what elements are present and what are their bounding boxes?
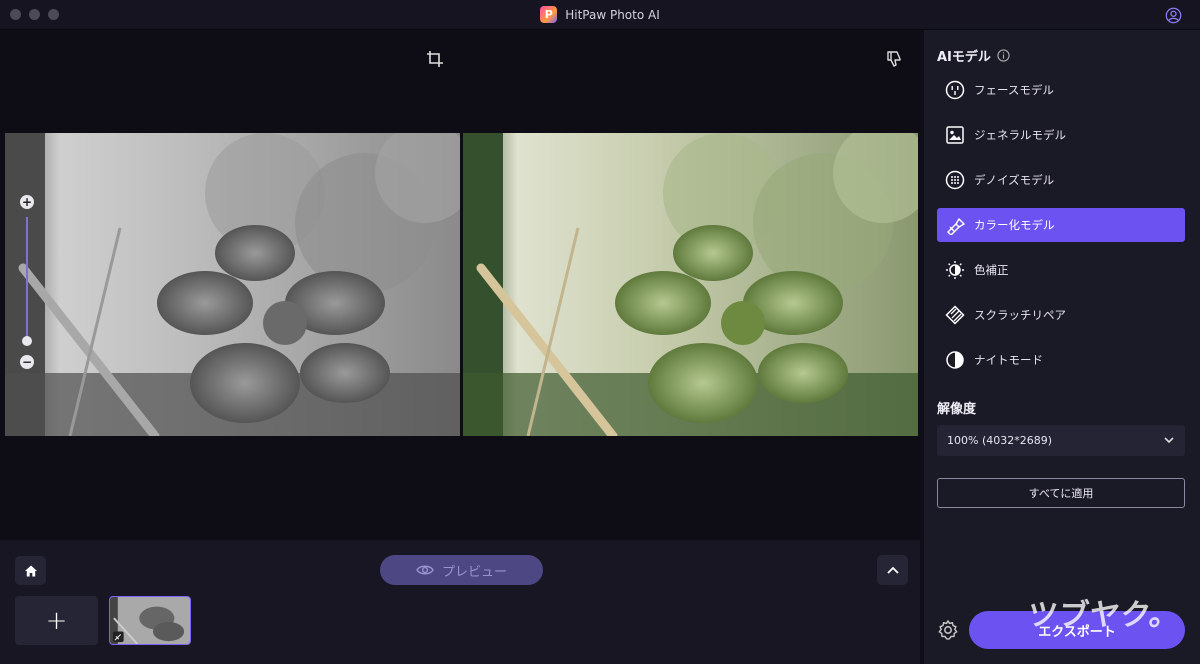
- canvas-area: + −: [0, 30, 920, 540]
- watermark: ツブヤク。: [1025, 598, 1183, 633]
- ai-model-title-text: AIモデル: [937, 50, 991, 65]
- close-window-button[interactable]: [10, 9, 21, 20]
- info-icon[interactable]: [997, 49, 1010, 62]
- minimize-window-button[interactable]: [29, 9, 40, 20]
- apply-all-button[interactable]: すべてに適用: [937, 478, 1185, 508]
- model-face-label: フェースモデル: [974, 83, 1054, 97]
- after-image[interactable]: [463, 133, 918, 436]
- app-title: P HitPaw Photo AI: [540, 6, 660, 23]
- model-color-correction-label: 色補正: [974, 263, 1009, 277]
- model-night-mode-label: ナイトモード: [974, 353, 1043, 367]
- zoom-in-button[interactable]: +: [20, 195, 34, 209]
- resolution-select[interactable]: 100% (4032*2689): [937, 425, 1185, 456]
- night-mode-icon: [946, 351, 964, 369]
- maximize-window-button[interactable]: [48, 9, 59, 20]
- model-denoise[interactable]: デノイズモデル: [937, 163, 1185, 197]
- crop-icon[interactable]: [426, 50, 444, 68]
- face-model-icon: [945, 80, 965, 100]
- denoise-model-icon: [945, 170, 965, 190]
- sidebar: AIモデル フェースモデル ジェネラルモデル デノイズモデル カラー化モデル 色…: [924, 30, 1200, 664]
- chevron-up-icon: [886, 566, 899, 574]
- model-denoise-label: デノイズモデル: [974, 173, 1055, 187]
- window-controls[interactable]: [10, 9, 59, 20]
- ai-model-title: AIモデル: [937, 46, 1010, 65]
- colorize-badge-icon: [112, 631, 124, 643]
- preview-label: プレビュー: [441, 564, 507, 580]
- scratch-repair-icon: [945, 305, 965, 325]
- model-scratch-repair-label: スクラッチリペア: [974, 308, 1066, 322]
- image-thumbnail[interactable]: [109, 596, 191, 645]
- zoom-track[interactable]: [26, 217, 28, 337]
- window-title: HitPaw Photo AI: [565, 7, 660, 22]
- preview-button[interactable]: プレビュー: [380, 555, 543, 585]
- model-general-label: ジェネラルモデル: [974, 128, 1066, 142]
- add-image-button[interactable]: +: [15, 596, 98, 645]
- title-bar: P HitPaw Photo AI: [0, 0, 1200, 30]
- zoom-slider[interactable]: + −: [16, 195, 38, 375]
- model-colorize-label: カラー化モデル: [974, 218, 1055, 232]
- home-icon: [24, 565, 37, 576]
- before-image[interactable]: [5, 133, 460, 436]
- chevron-down-icon: [1164, 437, 1174, 444]
- app-logo-icon: P: [540, 6, 558, 23]
- model-color-correction[interactable]: 色補正: [937, 253, 1185, 287]
- model-colorize[interactable]: カラー化モデル: [937, 208, 1185, 242]
- color-correction-icon: [946, 261, 964, 279]
- thumbs-down-icon[interactable]: [885, 50, 903, 68]
- account-icon[interactable]: [1165, 7, 1182, 24]
- bottom-bar: プレビュー +: [0, 540, 920, 664]
- model-face[interactable]: フェースモデル: [937, 73, 1185, 107]
- eye-icon: [416, 565, 434, 575]
- zoom-handle[interactable]: [22, 336, 32, 346]
- collapse-button[interactable]: [877, 555, 908, 585]
- gear-icon[interactable]: [937, 619, 959, 641]
- home-button[interactable]: [15, 556, 46, 585]
- colorize-model-icon: [947, 218, 965, 235]
- model-list: フェースモデル ジェネラルモデル デノイズモデル カラー化モデル 色補正 スクラ…: [937, 73, 1185, 388]
- model-scratch-repair[interactable]: スクラッチリペア: [937, 298, 1185, 332]
- general-model-icon: [946, 126, 964, 144]
- zoom-out-button[interactable]: −: [20, 355, 34, 369]
- resolution-title: 解像度: [937, 402, 977, 417]
- resolution-value: 100% (4032*2689): [947, 434, 1053, 447]
- model-general[interactable]: ジェネラルモデル: [937, 118, 1185, 152]
- model-night-mode[interactable]: ナイトモード: [937, 343, 1185, 377]
